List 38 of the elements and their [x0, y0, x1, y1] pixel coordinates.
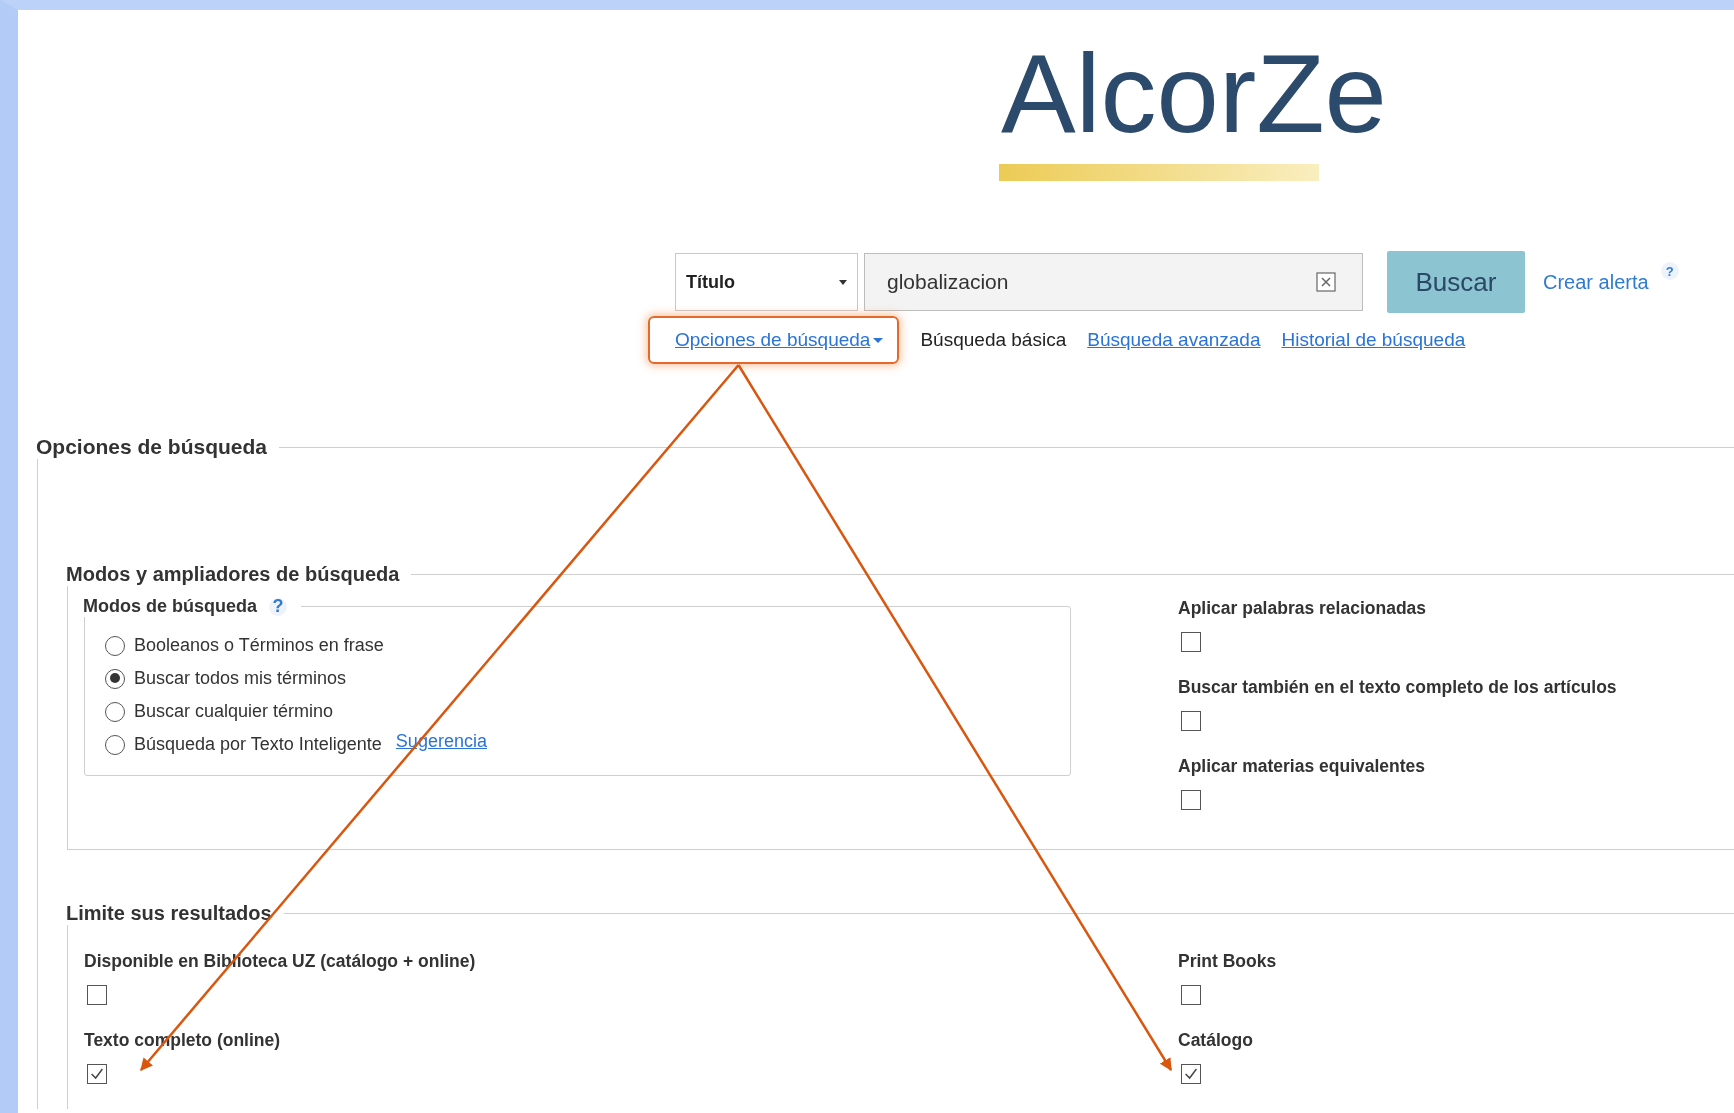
checkbox[interactable] — [1181, 790, 1201, 810]
logo-text: AlcorZe — [1000, 30, 1387, 158]
radio-label[interactable]: Buscar cualquier término — [134, 701, 334, 722]
radio-button[interactable] — [105, 734, 125, 755]
radio-label[interactable]: Búsqueda por Texto Inteligente — [134, 734, 382, 755]
help-button[interactable]: ? — [269, 597, 287, 616]
radio-button[interactable] — [105, 635, 125, 656]
search-options-link[interactable]: Opciones de búsqueda — [675, 329, 884, 351]
clear-icon[interactable] — [1316, 272, 1336, 292]
radio-button[interactable] — [105, 668, 125, 689]
section-title: Opciones de búsqueda — [36, 435, 268, 459]
radio-label[interactable]: Booleanos o Términos en frase — [134, 635, 384, 656]
option-label: Aplicar palabras relacionadas — [1178, 598, 1428, 619]
option-label: Buscar también en el texto completo de los artículos — [1178, 677, 1617, 698]
checkbox[interactable] — [1181, 711, 1201, 731]
field-select[interactable]: Título — [675, 253, 858, 311]
group-title: Modos de búsqueda — [83, 596, 257, 617]
option-label: Aplicar materias equivalentes — [1178, 756, 1427, 777]
option-label: Print Books — [1178, 951, 1278, 972]
search-button[interactable]: Buscar — [1387, 251, 1525, 313]
caret-icon — [873, 338, 884, 344]
checkbox[interactable] — [1181, 632, 1201, 652]
checkbox[interactable] — [1181, 985, 1201, 1005]
help-button[interactable]: ? — [1660, 262, 1679, 280]
radio-button[interactable] — [105, 701, 125, 722]
checkbox[interactable] — [87, 985, 107, 1005]
search-mode-link[interactable]: Búsqueda avanzada — [1087, 329, 1261, 351]
section-title: Limite sus resultados — [66, 902, 272, 925]
current-search-mode: Búsqueda básica — [920, 329, 1067, 351]
create-alert-link[interactable]: Crear alerta — [1543, 270, 1649, 294]
radio-label[interactable]: Buscar todos mis términos — [134, 668, 347, 689]
option-label: Catálogo — [1178, 1030, 1254, 1051]
search-mode-link[interactable]: Historial de búsqueda — [1281, 329, 1466, 351]
section-title: Modos y ampliadores de búsqueda — [66, 563, 400, 586]
caret-icon — [839, 279, 847, 285]
search-field[interactable]: globalizacion — [864, 253, 1363, 311]
checkbox[interactable] — [1181, 1064, 1201, 1084]
checkbox[interactable] — [87, 1064, 107, 1084]
